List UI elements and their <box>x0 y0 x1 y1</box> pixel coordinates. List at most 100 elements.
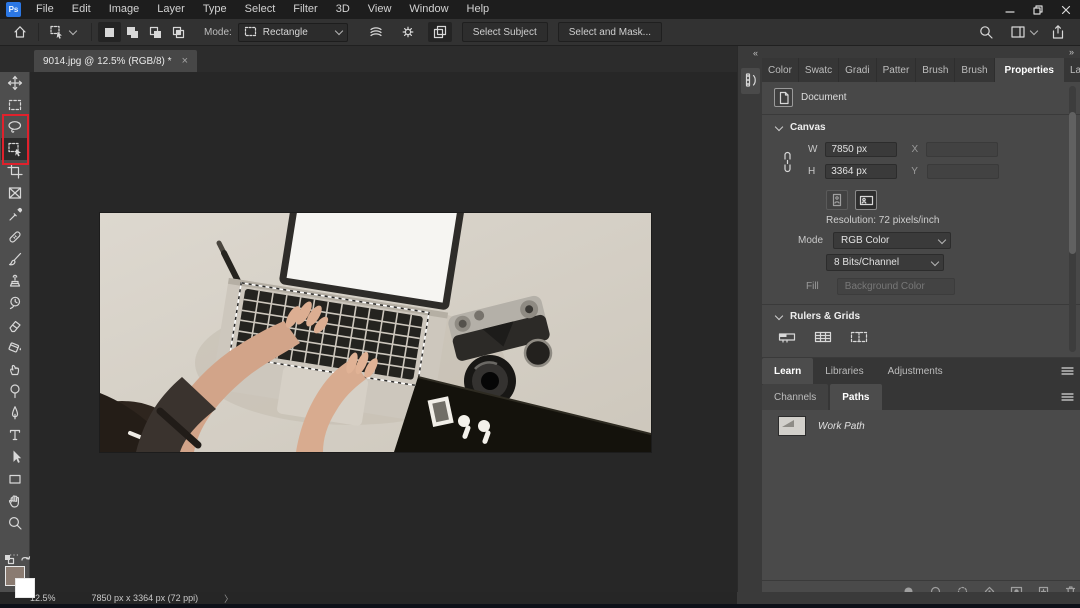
swap-colors-icon[interactable] <box>20 553 32 563</box>
eraser-tool[interactable] <box>1 314 29 336</box>
orientation-row <box>826 190 877 210</box>
restore-button[interactable] <box>1024 0 1052 19</box>
menu-edit[interactable]: Edit <box>63 0 100 19</box>
landscape-orientation-button[interactable] <box>855 190 877 210</box>
object-finder-button[interactable] <box>364 22 388 42</box>
canvas-section-header[interactable]: Canvas <box>776 122 826 133</box>
close-button[interactable] <box>1052 0 1080 19</box>
intersect-selection-button[interactable] <box>167 22 190 42</box>
subtract-from-selection-button[interactable] <box>144 22 167 42</box>
pen-tool[interactable] <box>1 402 29 424</box>
path-selection-tool[interactable] <box>1 446 29 468</box>
type-tool[interactable] <box>1 424 29 446</box>
tab-patterns[interactable]: Patter <box>877 58 917 82</box>
height-field[interactable]: 3364 px <box>825 164 897 179</box>
tab-brush[interactable]: Brush <box>955 58 994 82</box>
work-path-row[interactable]: Work Path <box>762 414 1080 438</box>
add-selection-icon <box>125 25 140 40</box>
expand-panels-button[interactable]: » <box>1069 47 1074 57</box>
guides-icon[interactable] <box>850 330 868 344</box>
select-and-mask-button[interactable]: Select and Mask... <box>558 22 662 42</box>
paint-bucket-tool[interactable] <box>1 336 29 358</box>
rectangle-shape-tool[interactable] <box>1 468 29 490</box>
mode-dropdown[interactable]: Rectangle <box>238 23 348 42</box>
move-tool[interactable] <box>1 72 29 94</box>
color-mode-dropdown[interactable]: RGB Color <box>833 232 951 249</box>
collapsed-panel-button[interactable] <box>741 68 760 94</box>
add-to-selection-button[interactable] <box>121 22 144 42</box>
rulers-section-header[interactable]: Rulers & Grids <box>776 311 860 322</box>
ruler-icon[interactable] <box>778 330 796 344</box>
learn-panel-menu-button[interactable] <box>1061 358 1080 384</box>
chevron-down-icon <box>335 27 343 35</box>
brush-tool[interactable] <box>1 248 29 270</box>
work-path-thumbnail[interactable] <box>778 416 806 436</box>
paths-panel-menu-button[interactable] <box>1061 384 1080 410</box>
document-tab[interactable]: 9014.jpg @ 12.5% (RGB/8) * × <box>34 50 197 72</box>
select-subject-button[interactable]: Select Subject <box>462 22 548 42</box>
workspace-switcher-button[interactable] <box>1006 22 1046 42</box>
zoom-tool[interactable] <box>1 512 29 534</box>
tab-color[interactable]: Color <box>762 58 799 82</box>
bit-depth-dropdown[interactable]: 8 Bits/Channel <box>826 254 944 271</box>
portrait-orientation-button[interactable] <box>826 190 848 210</box>
canvas-area[interactable] <box>30 72 737 592</box>
width-field[interactable]: 7850 px <box>825 142 897 157</box>
grid-icon[interactable] <box>814 330 832 344</box>
tab-swatches[interactable]: Swatc <box>799 58 839 82</box>
frame-tool[interactable] <box>1 182 29 204</box>
document-row[interactable]: Document <box>774 88 847 107</box>
clone-stamp-tool[interactable] <box>1 270 29 292</box>
scrollbar-thumb[interactable] <box>1069 112 1076 254</box>
hamburger-menu-icon <box>1061 366 1074 376</box>
collapse-panels-button[interactable]: « <box>753 48 758 58</box>
menu-type[interactable]: Type <box>194 0 236 19</box>
background-color-swatch[interactable] <box>15 578 35 598</box>
object-selection-preset-icon <box>49 24 65 40</box>
tab-gradients[interactable]: Gradi <box>839 58 876 82</box>
tab-properties[interactable]: Properties <box>995 58 1064 82</box>
link-dimensions-button[interactable] <box>780 148 794 178</box>
spot-healing-brush-tool[interactable] <box>1 226 29 248</box>
x-field[interactable] <box>926 142 998 157</box>
tab-adjustments[interactable]: Adjustments <box>876 358 955 384</box>
tool-preset-button[interactable] <box>45 22 85 42</box>
menu-file[interactable]: File <box>27 0 63 19</box>
tab-channels[interactable]: Channels <box>762 384 828 410</box>
properties-scrollbar[interactable] <box>1069 86 1076 352</box>
search-button[interactable] <box>974 22 998 42</box>
tab-learn[interactable]: Learn <box>762 358 813 384</box>
minimize-button[interactable] <box>996 0 1024 19</box>
tab-libraries[interactable]: Libraries <box>813 358 875 384</box>
show-all-objects-button[interactable] <box>428 22 452 42</box>
menu-help[interactable]: Help <box>458 0 499 19</box>
status-expand-icon[interactable]: 〉 <box>224 592 233 605</box>
menu-filter[interactable]: Filter <box>284 0 326 19</box>
menu-select[interactable]: Select <box>236 0 285 19</box>
fill-dropdown[interactable]: Background Color <box>837 278 955 295</box>
hand-tool[interactable] <box>1 490 29 512</box>
options-gear-button[interactable] <box>396 22 420 42</box>
menu-view[interactable]: View <box>359 0 401 19</box>
eyedropper-tool[interactable] <box>1 204 29 226</box>
options-bar: Mode: Rectangle Select Subject Select an… <box>0 19 1080 46</box>
dodge-tool[interactable] <box>1 380 29 402</box>
y-field[interactable] <box>927 164 999 179</box>
home-button[interactable] <box>8 22 32 42</box>
new-selection-button[interactable] <box>98 22 121 42</box>
menu-3d[interactable]: 3D <box>327 0 359 19</box>
history-brush-tool[interactable] <box>1 292 29 314</box>
tab-brushes[interactable]: Brush <box>916 58 955 82</box>
smudge-tool[interactable] <box>1 358 29 380</box>
tab-layers[interactable]: Layers <box>1064 58 1080 82</box>
menu-window[interactable]: Window <box>400 0 457 19</box>
canvas-photo[interactable] <box>100 213 651 452</box>
rectangular-marquee-tool[interactable] <box>1 94 29 116</box>
tab-close-icon[interactable]: × <box>182 55 188 67</box>
tab-paths[interactable]: Paths <box>830 384 881 410</box>
smudge-icon <box>7 361 23 377</box>
menu-layer[interactable]: Layer <box>148 0 194 19</box>
share-button[interactable] <box>1046 22 1070 42</box>
menu-image[interactable]: Image <box>100 0 149 19</box>
default-colors-icon[interactable] <box>4 554 14 564</box>
